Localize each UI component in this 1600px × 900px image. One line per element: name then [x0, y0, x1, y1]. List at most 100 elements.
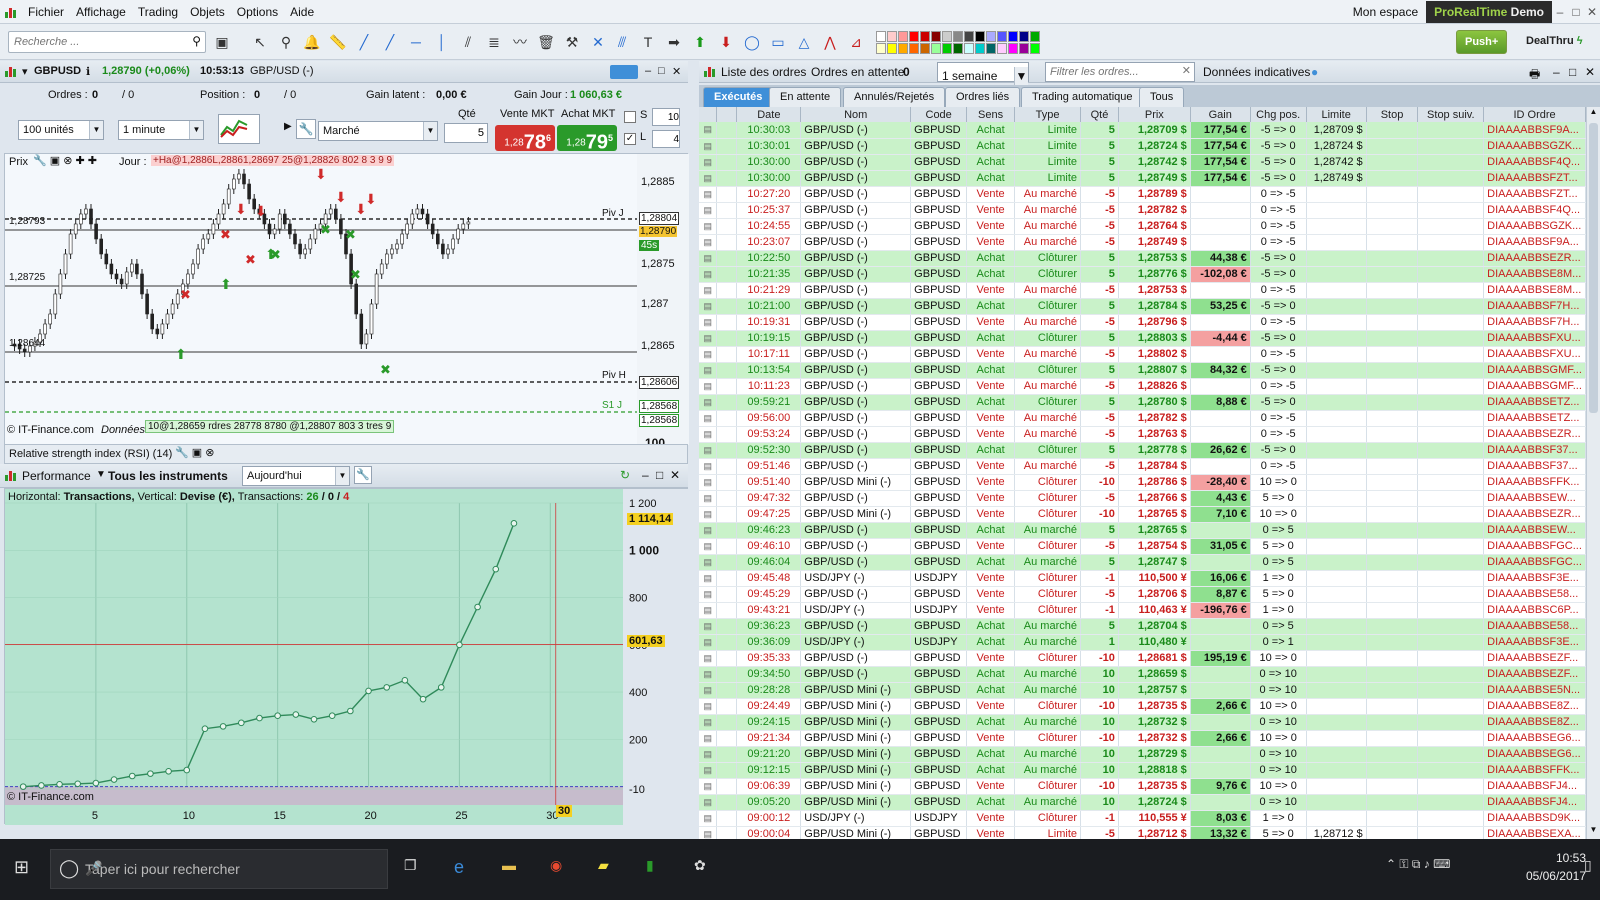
- file-explorer-icon[interactable]: ▬: [502, 857, 516, 881]
- pending-orders-label[interactable]: Ordres en attente: [811, 65, 904, 79]
- column-header[interactable]: Chg pos.: [1250, 107, 1307, 122]
- column-header[interactable]: Prix: [1118, 107, 1191, 122]
- table-row[interactable]: ▤ 09:05:20 GBP/USD Mini (-) GBPUSD Achat Au m…: [699, 794, 1586, 811]
- tab-executes[interactable]: Exécutés: [703, 87, 774, 107]
- column-header[interactable]: Stop: [1366, 107, 1419, 122]
- layout-icon[interactable]: ▣: [212, 32, 232, 52]
- menu-trading[interactable]: Trading: [132, 0, 184, 24]
- color-swatch[interactable]: [1008, 43, 1018, 54]
- column-header[interactable]: Qté: [1080, 107, 1119, 122]
- table-row[interactable]: ▤ 09:34:50 GBP/USD (-) GBPUSD Achat Au marché…: [699, 666, 1586, 683]
- tools-icon[interactable]: ⚒: [562, 32, 582, 52]
- ruler-icon[interactable]: 📏: [328, 32, 348, 52]
- color-swatch[interactable]: [942, 31, 952, 42]
- channel-icon[interactable]: ⫽: [458, 32, 478, 52]
- column-header[interactable]: Sens: [966, 107, 1016, 122]
- arrow-right-icon[interactable]: ➡: [664, 32, 684, 52]
- table-row[interactable]: ▤ 09:36:23 GBP/USD (-) GBPUSD Achat Au marché…: [699, 618, 1586, 635]
- stop-input[interactable]: [652, 108, 680, 126]
- column-header[interactable]: Limite: [1306, 107, 1367, 122]
- stop-checkbox[interactable]: [624, 111, 636, 123]
- mon-espace-link[interactable]: Mon espace: [1353, 5, 1418, 19]
- trendline-icon[interactable]: ╱: [354, 32, 374, 52]
- chevron-down-icon[interactable]: ▼: [96, 469, 106, 480]
- color-swatch[interactable]: [1030, 31, 1040, 42]
- push-button[interactable]: Push+: [1456, 30, 1508, 54]
- table-row[interactable]: ▤ 09:06:39 GBP/USD Mini (-) GBPUSD Vente Clôt…: [699, 778, 1586, 795]
- color-swatch[interactable]: [920, 43, 930, 54]
- color-swatch[interactable]: [975, 43, 985, 54]
- color-swatch[interactable]: [909, 31, 919, 42]
- sell-arrow-icon[interactable]: ⬇: [716, 32, 736, 52]
- buy-mkt-button[interactable]: 1,28795: [557, 125, 617, 154]
- performance-chart[interactable]: 510152025301 2001 000800600400200-10 Hor…: [4, 488, 689, 825]
- panel-maximize-icon[interactable]: □: [658, 65, 665, 77]
- buy-arrow-icon[interactable]: ⬆: [690, 32, 710, 52]
- perf-close-icon[interactable]: ✕: [670, 468, 680, 482]
- color-swatch[interactable]: [898, 43, 908, 54]
- table-row[interactable]: ▤ 09:59:21 GBP/USD (-) GBPUSD Achat Clôturer 5…: [699, 394, 1586, 411]
- price-chart-canvas[interactable]: ⬆⬆⬆⬇ ⬇⬇⬇⬇⬇✖✖✖ ✖✖ ✖✖✖: [5, 154, 689, 445]
- color-swatch[interactable]: [909, 43, 919, 54]
- expand-arrow-icon[interactable]: ▶: [284, 121, 292, 132]
- table-row[interactable]: ▤ 09:51:40 GBP/USD Mini (-) GBPUSD Vente Clôt…: [699, 474, 1586, 491]
- color-swatch[interactable]: [953, 31, 963, 42]
- color-swatch[interactable]: [986, 43, 996, 54]
- text-icon[interactable]: T: [638, 32, 658, 52]
- color-swatch[interactable]: [898, 31, 908, 42]
- table-row[interactable]: ▤ 09:00:04 GBP/USD Mini (-) GBPUSD Vente Limi…: [699, 826, 1586, 839]
- panel-minimize-icon[interactable]: –: [645, 65, 651, 77]
- table-row[interactable]: ▤ 10:19:31 GBP/USD (-) GBPUSD Vente Au marché…: [699, 314, 1586, 331]
- close-icon[interactable]: ✕: [1584, 5, 1600, 19]
- table-row[interactable]: ▤ 09:28:28 GBP/USD Mini (-) GBPUSD Achat Au m…: [699, 682, 1586, 699]
- instrument-filter[interactable]: Tous les instruments: [108, 469, 228, 483]
- table-row[interactable]: ▤ 09:00:12 USD/JPY (-) USDJPY Vente Clôturer -…: [699, 810, 1586, 827]
- order-filter-box[interactable]: ✕: [1045, 62, 1195, 82]
- table-row[interactable]: ▤ 09:51:46 GBP/USD (-) GBPUSD Vente Au marché…: [699, 458, 1586, 475]
- table-row[interactable]: ▤ 09:56:00 GBP/USD (-) GBPUSD Vente Au marché…: [699, 410, 1586, 427]
- menu-objets[interactable]: Objets: [184, 0, 231, 24]
- orders-close-icon[interactable]: ✕: [1585, 65, 1595, 79]
- column-header[interactable]: Nom: [800, 107, 912, 122]
- info-icon[interactable]: ●: [1311, 65, 1318, 79]
- table-row[interactable]: ▤ 10:24:55 GBP/USD (-) GBPUSD Vente Au marché…: [699, 218, 1586, 235]
- alert-bell-icon[interactable]: 🔔: [302, 32, 322, 52]
- table-row[interactable]: ▤ 09:35:33 GBP/USD (-) GBPUSD Vente Clôturer -…: [699, 650, 1586, 667]
- cursor-icon[interactable]: ↖: [250, 32, 270, 52]
- ray-icon[interactable]: ╱: [380, 32, 400, 52]
- column-header[interactable]: Stop suiv.: [1417, 107, 1485, 122]
- table-row[interactable]: ▤ 10:30:00 GBP/USD (-) GBPUSD Achat Limite 5 1,…: [699, 170, 1586, 187]
- keyboard-icon[interactable]: [610, 65, 638, 79]
- table-row[interactable]: ▤ 09:24:15 GBP/USD Mini (-) GBPUSD Achat Au m…: [699, 714, 1586, 731]
- color-swatch[interactable]: [964, 31, 974, 42]
- horizontal-line-icon[interactable]: ─: [406, 32, 426, 52]
- menu-options[interactable]: Options: [231, 0, 284, 24]
- wrench-icon[interactable]: 🔧: [354, 466, 372, 484]
- tab-tous[interactable]: Tous: [1139, 87, 1185, 107]
- chart-type-button[interactable]: [218, 114, 260, 144]
- table-row[interactable]: ▤ 10:25:37 GBP/USD (-) GBPUSD Vente Au marché…: [699, 202, 1586, 219]
- parallel-icon[interactable]: ⫻: [612, 32, 632, 52]
- column-header[interactable]: [716, 107, 738, 122]
- table-row[interactable]: ▤ 09:45:48 USD/JPY (-) USDJPY Vente Clôturer -…: [699, 570, 1586, 587]
- table-row[interactable]: ▤ 09:45:29 GBP/USD (-) GBPUSD Vente Clôturer -…: [699, 586, 1586, 603]
- color-swatch[interactable]: [876, 43, 886, 54]
- column-header[interactable]: Code: [910, 107, 968, 122]
- task-view-icon[interactable]: ❐: [404, 857, 417, 881]
- column-header[interactable]: Gain: [1190, 107, 1251, 122]
- orders-minimize-icon[interactable]: –: [1553, 65, 1560, 79]
- windows-start-icon[interactable]: ⊞: [14, 857, 29, 881]
- crosshair-icon[interactable]: ✕: [588, 32, 608, 52]
- table-row[interactable]: ▤ 10:23:07 GBP/USD (-) GBPUSD Vente Au marché…: [699, 234, 1586, 251]
- app-taskbar-icon[interactable]: ✿: [694, 857, 706, 881]
- order-type-select[interactable]: Marché ▼: [318, 121, 438, 141]
- units-select[interactable]: 100 unités ▼: [18, 120, 104, 140]
- rsi-tools-icons[interactable]: 🔧 ▣ ⊗: [175, 446, 214, 459]
- system-tray-icons[interactable]: ⌃ ⚿ ⧉ ♪ ⌨: [1386, 857, 1450, 881]
- table-row[interactable]: ▤ 10:30:01 GBP/USD (-) GBPUSD Achat Limite 5 1,…: [699, 138, 1586, 155]
- column-header[interactable]: Date: [736, 107, 802, 122]
- menu-aide[interactable]: Aide: [284, 0, 320, 24]
- clear-filter-icon[interactable]: ✕: [1182, 64, 1191, 77]
- sticky-notes-icon[interactable]: ▰: [598, 857, 609, 881]
- table-row[interactable]: ▤ 10:19:15 GBP/USD (-) GBPUSD Achat Clôturer 5…: [699, 330, 1586, 347]
